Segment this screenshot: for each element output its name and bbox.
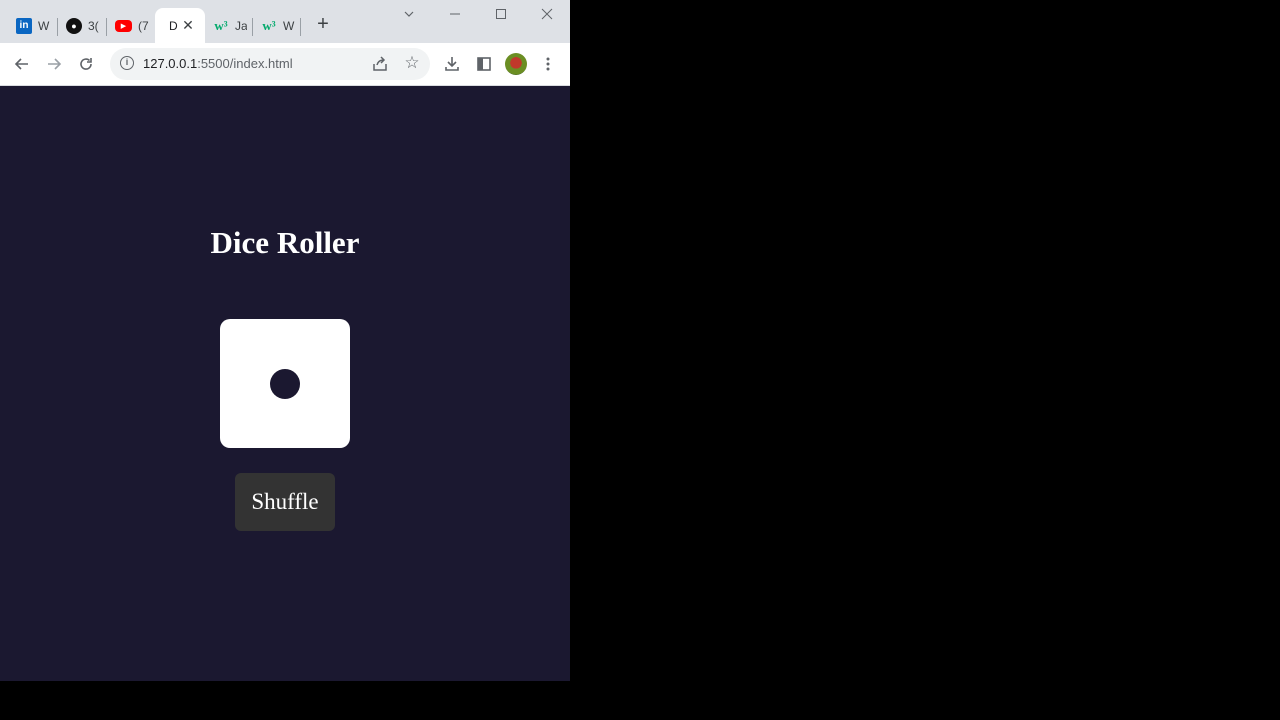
tab-separator	[300, 18, 301, 36]
new-tab-button[interactable]: +	[312, 14, 334, 36]
site-info-icon[interactable]: i	[120, 56, 134, 70]
tab-title: (7	[138, 18, 149, 33]
menu-kebab-icon[interactable]	[536, 52, 560, 76]
tab-w3schools-js[interactable]: w³ Ja	[205, 8, 253, 43]
tab-title: W	[283, 18, 295, 33]
w3schools-icon: w³	[262, 17, 276, 33]
tab-github[interactable]: ● 3(	[58, 8, 107, 43]
tab-youtube[interactable]: ▶ (7	[107, 8, 155, 43]
dice-face	[220, 319, 350, 448]
dice-pip	[270, 369, 300, 399]
close-window-icon[interactable]	[537, 6, 557, 26]
tab-linkedin[interactable]: in W	[8, 8, 58, 43]
tab-title: 3(	[88, 18, 99, 33]
tab-dice-roller[interactable]: D ✕	[155, 8, 205, 43]
github-icon: ●	[66, 17, 82, 34]
url-host: 127.0.0.1	[143, 56, 198, 71]
tab-strip: in W ● 3( ▶ (7 D ✕ w³ Ja w³ W +	[0, 0, 570, 43]
forward-arrow-icon[interactable]	[42, 52, 66, 76]
page-title: Dice Roller	[210, 225, 360, 260]
tab-title: W	[38, 18, 50, 33]
bookmark-star-icon[interactable]: ☆	[402, 53, 422, 73]
w3schools-icon: w³	[214, 17, 228, 33]
download-icon[interactable]	[440, 52, 464, 76]
profile-avatar[interactable]	[505, 53, 527, 75]
tab-title: Ja	[235, 18, 247, 33]
browser-window: in W ● 3( ▶ (7 D ✕ w³ Ja w³ W + i 127.0.…	[0, 0, 570, 681]
linkedin-icon: in	[16, 17, 32, 34]
maximize-icon[interactable]	[491, 6, 511, 26]
browser-toolbar: i 127.0.0.1:5500/index.html ☆	[0, 43, 570, 86]
address-bar[interactable]: i 127.0.0.1:5500/index.html ☆	[110, 48, 430, 80]
page-content: Dice Roller Shuffle	[0, 87, 570, 681]
url-path: :5500/index.html	[197, 56, 293, 71]
tab-search-chevron-icon[interactable]	[399, 6, 419, 26]
back-arrow-icon[interactable]	[10, 52, 34, 76]
tab-w3schools[interactable]: w³ W	[253, 8, 301, 43]
close-tab-icon[interactable]: ✕	[179, 16, 197, 34]
minimize-icon[interactable]	[445, 6, 465, 26]
youtube-icon: ▶	[115, 19, 132, 32]
shuffle-button[interactable]: Shuffle	[235, 473, 335, 531]
reload-icon[interactable]	[74, 52, 98, 76]
url-text[interactable]: 127.0.0.1:5500/index.html	[143, 56, 293, 71]
side-panel-icon[interactable]	[472, 52, 496, 76]
share-icon[interactable]	[370, 54, 390, 74]
